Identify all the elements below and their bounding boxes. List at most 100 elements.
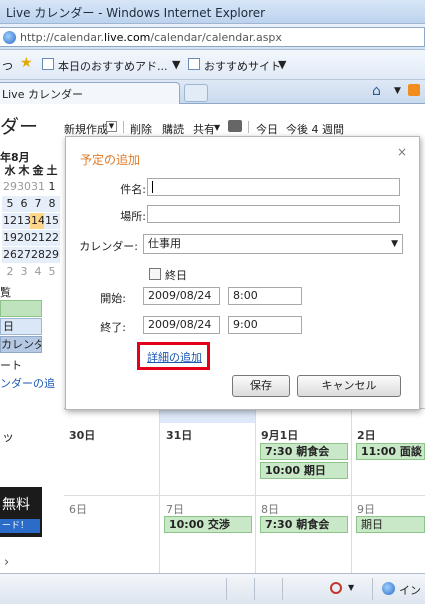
today-button[interactable]: 今日 [256, 121, 278, 137]
calendar-select[interactable]: 仕事用 ▼ [143, 234, 403, 254]
upcoming-weeks-button[interactable]: 今後 4 週間 [286, 121, 344, 137]
day-cell[interactable]: 2日 11:00 面談 [352, 409, 425, 496]
address-input[interactable]: http://calendar.live.com/calendar/calend… [0, 27, 425, 47]
toolbar-divider [123, 121, 124, 133]
event-chip[interactable]: 7:30 朝食会 [260, 516, 348, 533]
address-bar: http://calendar.live.com/calendar/calend… [0, 24, 425, 50]
tab-row: Live カレンダー ⌂ ▼ [0, 80, 425, 104]
mini-calendar-day[interactable]: 1 [44, 179, 60, 195]
delete-button[interactable]: 削除 [130, 121, 152, 137]
blocked-icon[interactable] [330, 582, 342, 594]
start-label: 開始: [100, 292, 126, 305]
day-cell[interactable]: 30日 [64, 409, 160, 496]
day-label: 2日 [357, 429, 376, 442]
location-input[interactable] [147, 205, 400, 223]
day-label: 9月1日 [261, 429, 299, 442]
print-icon[interactable] [228, 120, 242, 132]
sidebar-partial-text: ッ [2, 430, 15, 444]
day-cell[interactable]: 8日 7:30 朝食会 [256, 496, 352, 574]
close-icon[interactable]: × [397, 145, 407, 159]
tab-label: Live カレンダー [2, 88, 83, 101]
security-zone-label: イン [399, 584, 421, 597]
save-button[interactable]: 保存 [232, 375, 290, 397]
new-tab-button[interactable] [184, 84, 208, 102]
day-label: 9日 [357, 503, 375, 516]
allday-checkbox[interactable] [149, 268, 161, 280]
page-icon [42, 58, 54, 70]
add-details-link[interactable]: 詳細の追加 [147, 349, 202, 365]
sidebar-add-calendar-link[interactable]: ンダーの追 [0, 375, 55, 391]
rss-feed-icon[interactable] [408, 84, 420, 96]
page-icon [188, 58, 200, 70]
sidebar-item-note[interactable]: ート [0, 357, 22, 373]
internet-zone-icon [382, 582, 395, 595]
end-date-input[interactable]: 2009/08/24 [143, 316, 220, 334]
day-cell[interactable]: 7日 10:00 交渉 [160, 496, 256, 574]
chevron-down-icon[interactable]: ▼ [394, 86, 401, 96]
event-chip[interactable]: 10:00 交渉 [164, 516, 252, 533]
day-label: 7日 [166, 503, 184, 516]
chevron-down-icon: ▼ [391, 239, 398, 249]
status-divider [254, 578, 255, 600]
subscribe-button[interactable]: 購読 [162, 121, 184, 137]
allday-label: 終日 [165, 269, 187, 282]
end-label: 終了: [100, 321, 126, 334]
new-dropdown-icon[interactable]: ▼ [106, 121, 117, 132]
tab-live-calendar[interactable]: Live カレンダー [0, 82, 180, 104]
status-bar: ▼ イン [0, 573, 425, 604]
day-label: 8日 [261, 503, 279, 516]
window-title: Live カレンダー - Windows Internet Explorer [6, 6, 266, 20]
calendar-grid: 30日 31日 9月1日 7:30 朝食会 10:00 期日 2日 11:00 … [64, 408, 425, 574]
home-icon[interactable]: ⌂ [372, 83, 381, 99]
mini-calendar-day[interactable]: 8 [44, 196, 60, 212]
day-cell[interactable]: 6日 [64, 496, 160, 574]
day-label: 30日 [69, 429, 96, 442]
event-chip[interactable]: 11:00 面談 [356, 443, 425, 460]
subject-label: 件名: [120, 183, 146, 196]
url-text: http://calendar.live.com/calendar/calend… [20, 31, 282, 44]
event-chip[interactable]: 期日 [356, 516, 425, 533]
window-title-bar: Live カレンダー - Windows Internet Explorer [0, 0, 425, 24]
text-cursor [152, 181, 153, 193]
toolbar-divider [248, 121, 249, 133]
weekday-label: 土 [46, 164, 58, 177]
dialog-title: 予定の追加 [80, 153, 141, 167]
favorite-item-recommended-ads[interactable]: 本日のおすすめアド... [58, 58, 168, 74]
subject-input[interactable] [147, 178, 400, 196]
chevron-down-icon[interactable]: ▼ [214, 123, 220, 132]
share-button[interactable]: 共有 [193, 121, 215, 137]
chevron-down-icon[interactable]: ▼ [172, 58, 180, 71]
start-date-input[interactable]: 2009/08/24 [143, 287, 220, 305]
chevron-down-icon[interactable]: ▼ [278, 58, 286, 71]
new-button[interactable]: 新規作成 [64, 121, 108, 137]
favorites-star-icon[interactable]: ★ [20, 55, 33, 71]
cancel-button[interactable]: キャンセル [297, 375, 401, 397]
event-chip[interactable]: 7:30 朝食会 [260, 443, 348, 460]
sidebar-section-title: 覧 [0, 286, 11, 299]
favorites-bar: つ ★ 本日のおすすめアド... ▼ おすすめサイト ▼ [0, 50, 425, 80]
add-event-dialog: 予定の追加 × 件名: 場所: カレンダー: 仕事用 ▼ 終日 開始: 2009… [65, 136, 420, 410]
sidebar-item-day[interactable]: 日 [0, 318, 42, 335]
day-cell[interactable]: 9月1日 7:30 朝食会 10:00 期日 [256, 409, 352, 496]
today-highlight [160, 409, 255, 423]
status-divider [282, 578, 283, 600]
sidebar-item-calendar[interactable]: カレンダー [0, 336, 42, 353]
favorite-item-suggested-sites[interactable]: おすすめサイト [204, 58, 281, 74]
calendar-select-value: 仕事用 [148, 237, 181, 250]
chevron-down-icon[interactable]: ▼ [348, 583, 354, 592]
mini-calendar-day[interactable]: 15 [44, 213, 60, 229]
sidebar-item-color-block[interactable] [0, 300, 42, 317]
start-time-input[interactable]: 8:00 [228, 287, 302, 305]
day-label: 6日 [69, 503, 87, 516]
ad-download-button[interactable]: ード！ [0, 519, 40, 533]
chevron-right-icon[interactable]: › [4, 555, 9, 570]
status-divider [226, 578, 227, 600]
ad-title: 無料 [2, 497, 30, 513]
day-cell[interactable]: 9日 期日 [352, 496, 425, 574]
mini-calendar-day[interactable]: 5 [44, 264, 60, 280]
advertisement-banner[interactable]: 無料 ード！ [0, 487, 42, 537]
day-cell[interactable]: 31日 [160, 409, 256, 496]
event-chip[interactable]: 10:00 期日 [260, 462, 348, 479]
end-time-input[interactable]: 9:00 [228, 316, 302, 334]
status-divider [372, 578, 373, 600]
